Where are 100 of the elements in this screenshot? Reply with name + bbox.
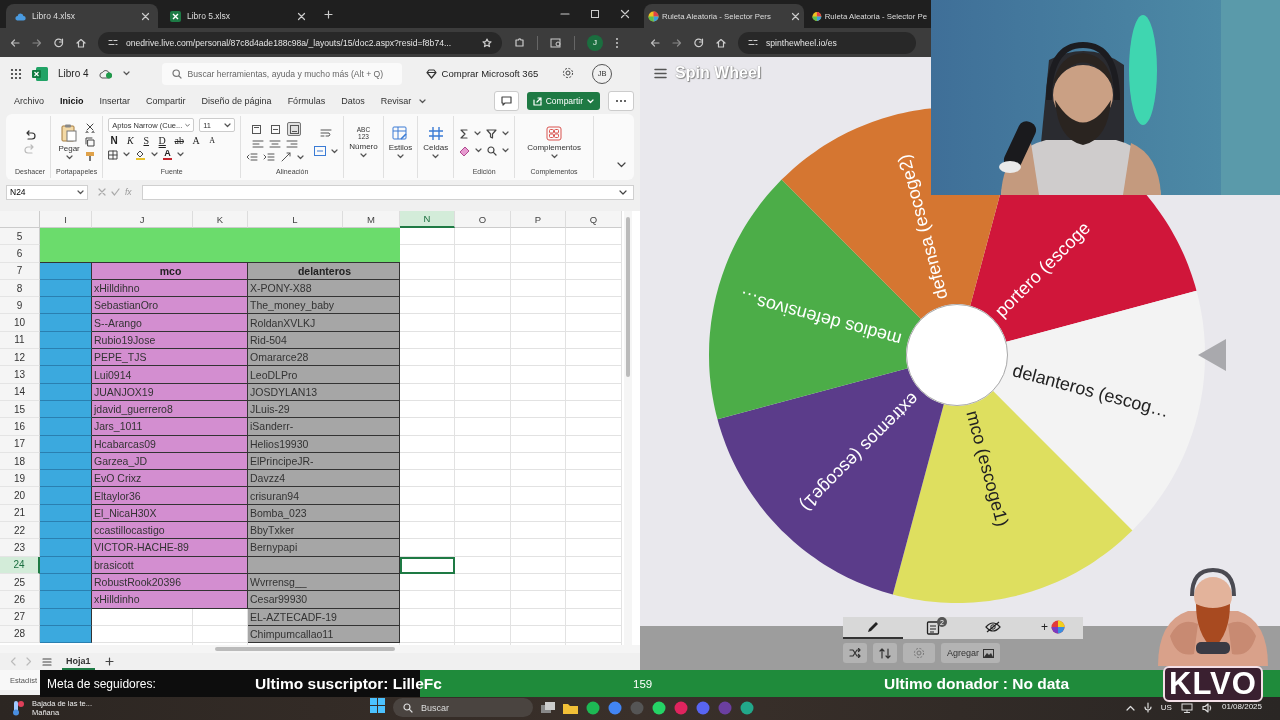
forward-icon[interactable] [672,37,682,48]
row-number[interactable]: 13 [0,366,40,384]
caret-icon[interactable] [176,152,184,157]
ribbon-tab[interactable]: Datos [333,96,373,106]
format-button[interactable]: N [108,135,121,146]
borders-icon[interactable] [108,149,119,160]
column-header[interactable]: O [455,211,511,228]
vertical-scrollbar[interactable] [624,211,632,645]
caret-icon[interactable] [122,71,130,76]
ribbon-tab[interactable]: Revisar [372,96,420,106]
app-icon[interactable] [740,700,755,715]
format-button[interactable]: K [124,135,137,146]
settings-icon[interactable] [562,66,575,79]
share-button[interactable]: Compartir [526,92,600,110]
orientation-icon[interactable] [280,152,293,162]
row-number[interactable]: 12 [0,349,40,367]
formula-field[interactable] [141,184,634,200]
caret-icon[interactable] [331,148,339,154]
caret-icon[interactable] [432,153,440,159]
increase-indent-icon[interactable] [263,152,276,162]
close-icon[interactable] [141,11,150,21]
toolbar-tab[interactable]: + [1023,617,1083,639]
horizontal-scrollbar[interactable] [0,645,640,653]
row-number[interactable]: 23 [0,539,40,557]
column-header[interactable]: I [40,211,92,228]
star-icon[interactable] [482,37,492,48]
caret-icon[interactable] [224,122,232,128]
buy-link[interactable]: Comprar Microsoft 365 [425,68,539,79]
caret-icon[interactable] [65,155,73,160]
extension-icon[interactable] [514,37,525,48]
forward-icon[interactable] [32,37,42,48]
column-header[interactable]: M [343,211,400,228]
add-button[interactable]: Agregar [941,643,1001,663]
weather-icon[interactable] [10,699,24,716]
collapse-ribbon-icon[interactable] [617,162,626,168]
site-info-icon[interactable] [108,38,118,47]
shuffle-button[interactable] [843,643,867,663]
column-header[interactable]: Q [566,211,622,228]
reload-icon[interactable] [54,37,64,48]
chevron-up-icon[interactable] [1125,704,1135,711]
back-icon[interactable] [650,37,660,48]
merge-icon[interactable] [314,146,327,156]
row-number[interactable]: 16 [0,418,40,436]
menu-icon[interactable] [654,67,667,79]
network-icon[interactable] [1180,702,1193,713]
format-painter-icon[interactable] [84,150,95,162]
fill-color-icon[interactable] [135,149,147,160]
volume-icon[interactable] [1201,702,1213,713]
spreadsheet-icon[interactable] [170,10,181,22]
sort-button[interactable] [873,643,897,663]
format-button[interactable]: D [156,135,169,146]
home-icon[interactable] [716,37,726,48]
ribbon-tab[interactable]: Insertar [91,96,139,106]
ribbon-tab[interactable]: Fórmulas [279,96,334,106]
add-sheet-icon[interactable] [104,657,114,666]
name-box[interactable]: N24 [6,184,88,200]
caret-icon[interactable] [502,131,510,136]
undo-icon[interactable] [24,130,36,140]
start-icon[interactable] [370,698,386,713]
app-icon[interactable] [608,700,623,715]
caret-icon[interactable] [77,189,84,195]
caret-icon[interactable] [475,148,483,153]
caret-icon[interactable] [151,152,159,157]
format-button[interactable]: A [190,135,203,146]
home-icon[interactable] [76,37,86,48]
row-number[interactable]: 26 [0,591,40,609]
row-number[interactable]: 22 [0,522,40,540]
align-button[interactable] [249,122,264,136]
cloud-icon[interactable] [14,11,26,21]
format-button[interactable]: ab [172,135,187,146]
profile-avatar[interactable]: J [587,34,603,51]
app-launcher-icon[interactable] [10,67,22,80]
maximize-icon[interactable] [590,9,600,19]
column-header[interactable]: K [193,211,248,228]
row-number[interactable]: 10 [0,314,40,332]
format-button[interactable]: A [206,136,219,145]
taskbar-search[interactable]: Buscar [393,698,534,717]
browser-tab[interactable]: Libro 4.xlsx [6,4,158,28]
reload-icon[interactable] [694,37,704,48]
close-icon[interactable] [620,9,630,19]
wrap-text-icon[interactable] [320,128,333,138]
caret-icon[interactable] [297,154,305,160]
column-header[interactable]: N [400,211,455,228]
file-name[interactable]: Libro 4 [58,68,89,79]
app-icon[interactable] [586,700,601,715]
caret-icon[interactable] [419,98,427,104]
date[interactable]: 01/08/2025 [1221,701,1262,711]
app-icon[interactable] [696,700,711,715]
row-number[interactable]: 5 [0,228,40,246]
back-icon[interactable] [10,37,20,48]
cloud-check-icon[interactable] [98,68,113,79]
task-view-icon[interactable] [541,701,556,714]
find-icon[interactable] [487,145,498,156]
paste-button[interactable]: Pegar [58,124,80,160]
wheel-segment[interactable] [717,368,944,595]
row-number[interactable]: 20 [0,487,40,505]
styles-button[interactable]: Estilos [388,125,413,159]
ribbon-tab[interactable]: Diseño de página [193,96,280,106]
address-bar[interactable]: spinthewheel.io/es [738,31,916,54]
ribbon-tab[interactable]: Compartir [138,96,194,106]
